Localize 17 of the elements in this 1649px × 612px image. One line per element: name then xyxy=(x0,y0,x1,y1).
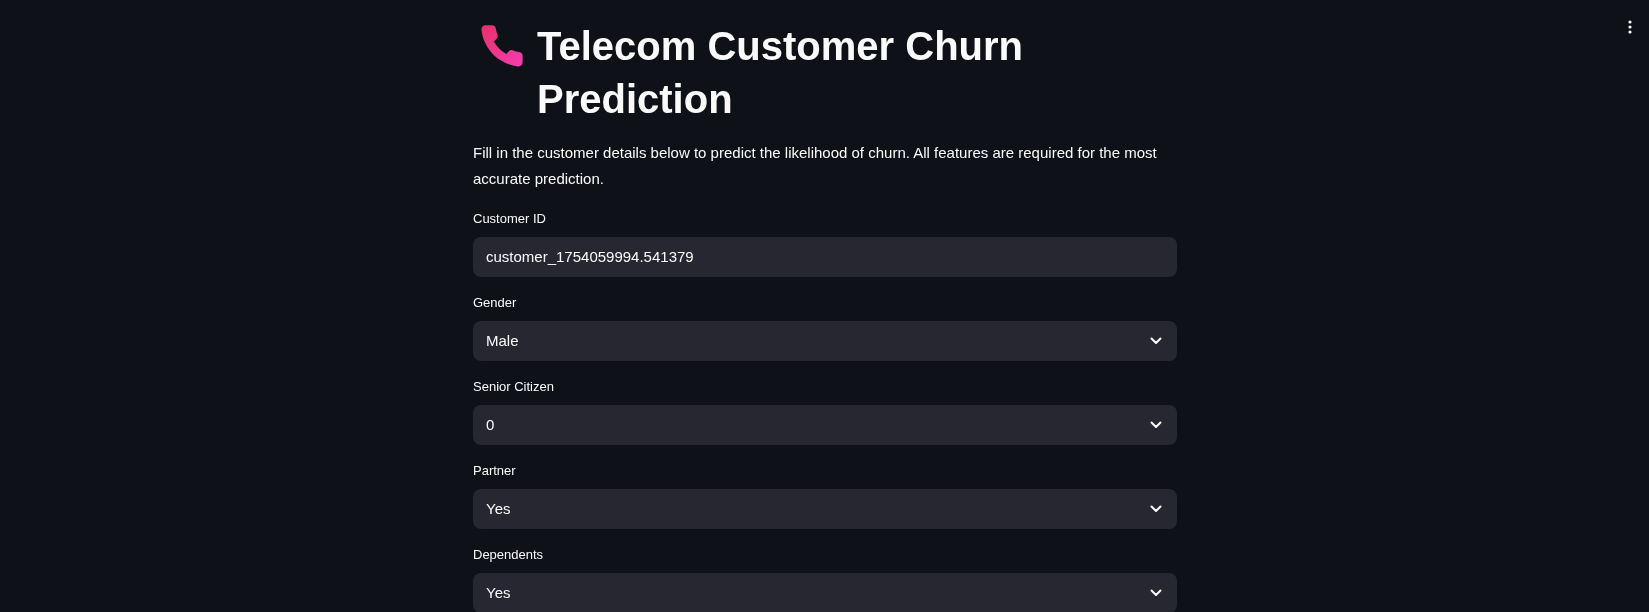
field-label: Customer ID xyxy=(473,210,547,228)
description-text: Fill in the customer details below to predict the likelihood of churn. All features are required for the most accurate prediction. xyxy=(473,143,1158,189)
chevron-down-icon xyxy=(1150,505,1162,513)
chevron-down-icon xyxy=(1150,337,1162,345)
select-dropdown[interactable]: 0 xyxy=(473,405,1177,445)
text-input-field[interactable]: customer_1754059994.541379 xyxy=(473,237,1177,277)
chevron-down-icon xyxy=(1150,421,1162,429)
select-dropdown[interactable]: Yes xyxy=(473,573,1177,612)
field-label: Gender xyxy=(473,294,518,312)
select-dropdown[interactable]: Male xyxy=(473,321,1177,361)
field-label: Partner xyxy=(473,462,517,480)
field-label: Dependents xyxy=(473,546,545,564)
chevron-down-icon xyxy=(1150,589,1162,597)
select-dropdown[interactable]: Yes xyxy=(473,489,1177,529)
field-label: Senior Citizen xyxy=(473,378,555,396)
page-title: Telecom Customer Churn Prediction xyxy=(537,23,1024,123)
phone-receiver-icon xyxy=(481,25,523,67)
